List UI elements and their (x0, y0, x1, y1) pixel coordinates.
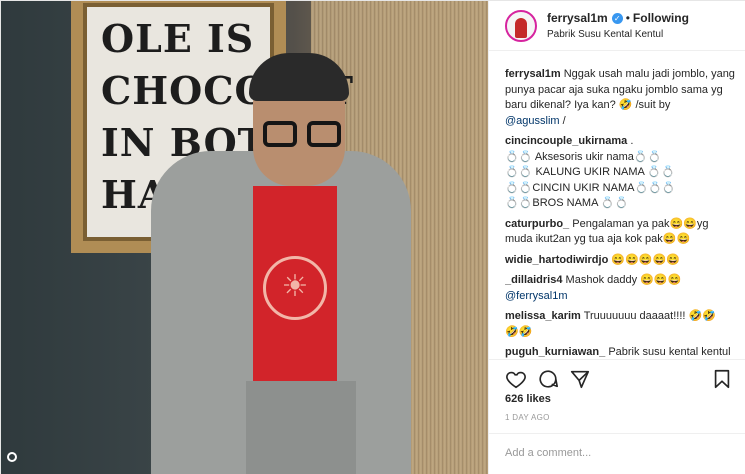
comment-username[interactable]: caturpurbo_ (505, 218, 569, 230)
following-button[interactable]: Following (633, 11, 689, 25)
list-item: puguh_kurniawan_ Pabrik susu kental kent… (505, 345, 737, 359)
comment-text: 💍💍 Aksesoris ukir nama💍💍 (505, 150, 662, 163)
list-item: _dillaidris4 Mashok daddy 😄😄😄 @ferrysal1… (505, 273, 737, 304)
caption-mention[interactable]: @agusslim (505, 115, 560, 127)
post-header: ferrysal1m ✓ • Following Pabrik Susu Ken… (489, 1, 745, 51)
caption-tail: / (559, 114, 566, 127)
comment-username[interactable]: _dillaidris4 (505, 274, 562, 286)
comment-username[interactable]: melissa_karim (505, 310, 581, 322)
list-item: widie_hartodiwirdjo 😄😄😄😄😄 (505, 253, 737, 269)
list-item: caturpurbo_ Pengalaman ya pak😄😄yg muda i… (505, 217, 737, 248)
comment-text: 💍💍 KALUNG UKIR NAMA 💍💍 (505, 166, 675, 178)
add-comment-box[interactable]: Add a comment... (489, 433, 745, 474)
comment-username[interactable]: widie_hartodiwirdjo (505, 254, 608, 266)
comment-icon[interactable] (537, 368, 559, 390)
comment-mention[interactable]: @ferrysal1m (505, 290, 568, 302)
comment-text: Truuuuuuu daaaat!!!! 🤣🤣 (583, 310, 716, 322)
comment-text: 🤣🤣 (505, 325, 533, 338)
instagram-post: OLE IS CHOCOLAT IN BOTH HANDS ☀ ferrysal… (0, 0, 745, 474)
heart-icon[interactable] (505, 368, 527, 390)
comment-text: 😄😄😄😄😄 (611, 253, 680, 266)
header-text: ferrysal1m ✓ • Following Pabrik Susu Ken… (547, 11, 689, 40)
caption-username[interactable]: ferrysal1m (505, 68, 561, 80)
person-pants (246, 381, 356, 474)
list-item: cincincouple_ukirnama . 💍💍 Aksesoris uki… (505, 134, 737, 212)
comment-username[interactable]: cincincouple_ukirnama (505, 135, 627, 147)
header-separator: • (625, 11, 630, 25)
caption: ferrysal1m Nggak usah malu jadi jomblo, … (505, 67, 737, 129)
comment-text: Mashok daddy 😄😄😄 (565, 274, 682, 286)
comment-username[interactable]: puguh_kurniawan_ (505, 346, 605, 358)
timestamp: 1 DAY AGO (505, 413, 550, 422)
comment-text: 💍💍BROS NAMA 💍💍 (505, 197, 629, 209)
shirt-logo: ☀ (263, 256, 327, 320)
frame-line: OLE IS (101, 16, 255, 61)
comments-list[interactable]: ferrysal1m Nggak usah malu jadi jomblo, … (505, 67, 737, 359)
likes-count[interactable]: 626 likes (505, 393, 551, 405)
post-photo[interactable]: OLE IS CHOCOLAT IN BOTH HANDS ☀ (1, 1, 488, 474)
action-bar (489, 359, 745, 395)
comment-text: . (630, 135, 634, 147)
share-icon[interactable] (569, 368, 591, 390)
avatar[interactable] (505, 9, 537, 42)
header-username[interactable]: ferrysal1m (547, 11, 608, 25)
add-comment-input[interactable]: Add a comment... (505, 447, 591, 459)
list-item: melissa_karim Truuuuuuu daaaat!!!! 🤣🤣 🤣🤣 (505, 309, 737, 340)
verified-badge-icon: ✓ (611, 12, 623, 24)
comment-text: 💍💍CINCIN UKIR NAMA💍💍💍 (505, 181, 676, 194)
post-details-panel: ferrysal1m ✓ • Following Pabrik Susu Ken… (488, 1, 745, 474)
bookmark-icon[interactable] (711, 368, 733, 390)
glasses (263, 121, 345, 149)
location-link[interactable]: Pabrik Susu Kental Kentul (547, 29, 689, 40)
tag-indicator-icon[interactable] (7, 452, 17, 462)
